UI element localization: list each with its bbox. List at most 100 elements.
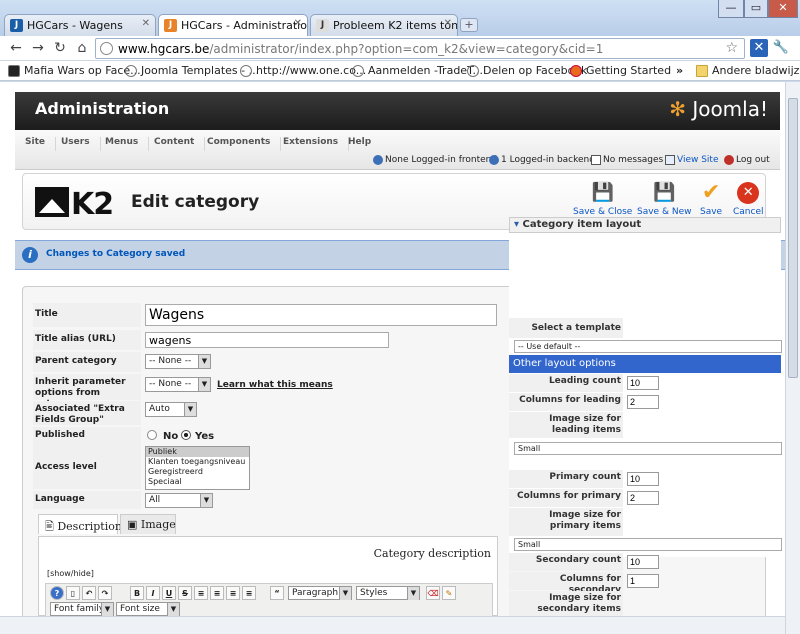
- chevron-down-icon: ▼: [339, 587, 351, 600]
- tab-probleem[interactable]: J Probleem K2 items tonen - ✕: [310, 14, 458, 36]
- menu-users[interactable]: Users: [51, 137, 101, 151]
- secondary-count-input[interactable]: [627, 555, 659, 569]
- forward-icon[interactable]: →: [30, 40, 46, 56]
- columns-primary-input[interactable]: [627, 491, 659, 505]
- other-bookmarks[interactable]: Andere bladwijzers: [696, 64, 800, 77]
- vertical-scrollbar[interactable]: [785, 82, 800, 634]
- title-input[interactable]: [145, 304, 497, 326]
- menu-components[interactable]: Components: [197, 137, 282, 151]
- bookmark-item[interactable]: http://www.one.co...: [240, 64, 366, 77]
- access-option[interactable]: Speciaal: [146, 477, 249, 487]
- template-select[interactable]: -- Use default --: [514, 340, 782, 353]
- image-primary-select[interactable]: Small: [514, 538, 782, 551]
- new-tab-button[interactable]: +: [460, 18, 478, 32]
- menu-site[interactable]: Site: [15, 137, 56, 151]
- back-icon[interactable]: ←: [8, 40, 24, 56]
- access-listbox[interactable]: Publiek Klanten toegangsniveau Geregistr…: [145, 446, 250, 490]
- scroll-thumb[interactable]: [788, 98, 798, 378]
- cancel-button[interactable]: ✕ Cancel: [733, 182, 764, 217]
- bookmark-item[interactable]: Getting Started: [570, 64, 671, 77]
- parent-select[interactable]: -- None -- ▼: [145, 354, 211, 369]
- columns-leading-input[interactable]: [627, 395, 659, 409]
- bold-icon[interactable]: B: [130, 586, 144, 600]
- maximize-button[interactable]: ▭: [744, 0, 768, 18]
- close-icon[interactable]: ✕: [142, 18, 150, 29]
- no-radio[interactable]: [147, 430, 157, 440]
- quote-icon[interactable]: “: [270, 586, 284, 600]
- save-close-button[interactable]: 💾 Save & Close: [573, 182, 632, 217]
- showhide-toggle[interactable]: [show/hide]: [47, 569, 94, 578]
- justify-icon[interactable]: ≡: [242, 586, 256, 600]
- underline-icon[interactable]: U: [162, 586, 176, 600]
- checkmark-icon: ✔: [701, 180, 721, 205]
- language-select[interactable]: All ▼: [145, 493, 213, 508]
- yes-radio[interactable]: [181, 430, 191, 440]
- access-option[interactable]: Publiek: [146, 447, 249, 457]
- admin-menu: Site Users Menus Content Components Exte…: [15, 130, 780, 170]
- logout-link[interactable]: Log out: [724, 155, 770, 165]
- clean-icon[interactable]: ✎: [442, 586, 456, 600]
- wrench-icon[interactable]: 🔧: [772, 39, 790, 57]
- undo-icon[interactable]: ↶: [82, 586, 96, 600]
- layout-heading[interactable]: ▾ Category item layout: [509, 217, 781, 233]
- save-button[interactable]: ✔ Save: [700, 180, 722, 218]
- globe-icon: [100, 42, 113, 55]
- status-messages[interactable]: No messages: [591, 155, 663, 165]
- save-new-button[interactable]: 💾 Save & New: [637, 182, 691, 217]
- menu-menus[interactable]: Menus: [95, 137, 150, 151]
- star-icon[interactable]: ☆: [725, 40, 738, 56]
- bookmark-item[interactable]: Mafia Wars op Face...: [8, 64, 141, 77]
- tab-description[interactable]: 🖹 Description: [38, 514, 122, 534]
- format-select[interactable]: Paragraph ▼: [288, 586, 352, 600]
- home-icon[interactable]: ⌂: [74, 40, 90, 56]
- bookmark-item[interactable]: Joomla Templates - ...: [125, 64, 259, 77]
- italic-icon[interactable]: I: [146, 586, 160, 600]
- tab-strip: J HGCars - Wagens ✕ J HGCars - Administr…: [0, 0, 800, 36]
- bookmark-label: Andere bladwijzers: [712, 64, 800, 77]
- align-right-icon[interactable]: ≡: [226, 586, 240, 600]
- more-bookmarks-chevron-icon[interactable]: »: [676, 64, 683, 77]
- view-site-link[interactable]: View Site: [665, 155, 719, 165]
- columns-secondary-input[interactable]: [627, 574, 659, 588]
- alias-input[interactable]: [145, 332, 389, 348]
- close-icon[interactable]: ✕: [294, 18, 302, 29]
- reload-icon[interactable]: ↻: [52, 40, 68, 56]
- extension-icon[interactable]: ✕: [750, 39, 768, 57]
- font-size-select[interactable]: Font size ▼: [116, 602, 180, 616]
- message-text: Changes to Category saved: [46, 249, 186, 259]
- close-window-button[interactable]: ✕: [768, 0, 798, 18]
- align-center-icon[interactable]: ≡: [210, 586, 224, 600]
- tab-administration[interactable]: J HGCars - Administration ✕: [158, 14, 308, 36]
- status-frontend: None Logged-in frontend: [373, 155, 497, 165]
- extra-select[interactable]: Auto ▼: [145, 402, 197, 417]
- horizontal-scrollbar[interactable]: [0, 616, 785, 634]
- font-family-select[interactable]: Font family ▼: [50, 602, 114, 616]
- eraser-icon[interactable]: ⌫: [426, 586, 440, 600]
- access-option[interactable]: Geregistreerd: [146, 467, 249, 477]
- address-bar[interactable]: www.hgcars.be/administrator/index.php?op…: [95, 38, 745, 59]
- tab-wagens[interactable]: J HGCars - Wagens ✕: [4, 14, 156, 36]
- menu-help[interactable]: Help: [338, 137, 381, 151]
- strikethrough-icon[interactable]: S: [178, 586, 192, 600]
- firefox-icon: [570, 65, 582, 77]
- bookmark-item[interactable]: Aanmelden -TradeT...: [352, 64, 483, 77]
- learn-link[interactable]: Learn what this means: [217, 380, 333, 390]
- j-icon: J: [316, 19, 329, 32]
- leading-count-input[interactable]: [627, 376, 659, 390]
- other-layout-options[interactable]: Other layout options: [509, 355, 781, 373]
- close-icon[interactable]: ✕: [444, 18, 452, 29]
- select-value: Small: [518, 444, 541, 453]
- new-doc-icon[interactable]: ▯: [66, 586, 80, 600]
- styles-select[interactable]: Styles ▼: [356, 586, 420, 600]
- tab-image[interactable]: ▣ Image: [120, 514, 176, 534]
- primary-count-input[interactable]: [627, 472, 659, 486]
- category-description-label: Category description: [373, 547, 491, 560]
- inherit-select[interactable]: -- None -- ▼: [145, 377, 211, 392]
- minimize-button[interactable]: —: [718, 0, 744, 18]
- redo-icon[interactable]: ↷: [98, 586, 112, 600]
- image-leading-select[interactable]: Small: [514, 442, 782, 455]
- align-left-icon[interactable]: ≡: [194, 586, 208, 600]
- access-option[interactable]: Klanten toegangsniveau: [146, 457, 249, 467]
- help-icon[interactable]: ?: [50, 586, 64, 600]
- chevron-down-icon: ▼: [167, 603, 179, 616]
